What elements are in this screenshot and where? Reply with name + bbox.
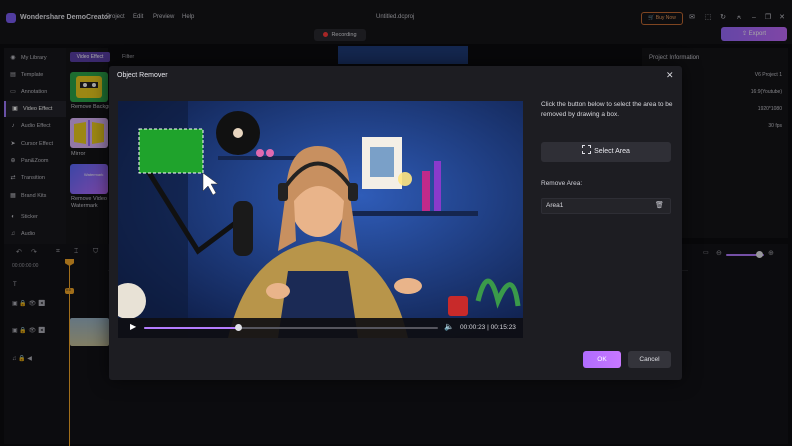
- select-area-label: Select Area: [594, 148, 630, 155]
- volume-icon[interactable]: 🔈: [444, 322, 454, 331]
- ok-button[interactable]: OK: [583, 351, 621, 368]
- progress-track[interactable]: [144, 327, 438, 329]
- area-name: Area1: [546, 202, 564, 209]
- dialog-title: Object Remover: [117, 72, 168, 79]
- trash-icon[interactable]: 🗑: [655, 201, 664, 209]
- cancel-button[interactable]: Cancel: [628, 351, 671, 368]
- close-icon[interactable]: ✕: [666, 70, 674, 81]
- video-preview[interactable]: [118, 101, 523, 338]
- remove-area-label: Remove Area:: [541, 180, 583, 187]
- progress-fill: [144, 327, 239, 329]
- total-time: 00:15:23: [490, 324, 516, 331]
- progress-knob[interactable]: [235, 324, 243, 331]
- instruction-text: Click the button below to select the are…: [541, 101, 673, 118]
- play-icon[interactable]: ▶: [130, 322, 136, 331]
- playback-controls: ▶ 🔈 00:00:23 | 00:15:23: [118, 318, 523, 338]
- select-area-button[interactable]: Select Area: [541, 142, 671, 162]
- current-time: 00:00:23: [460, 324, 486, 331]
- select-area-icon: [582, 145, 592, 154]
- video-frame: [118, 101, 523, 338]
- time-display: 00:00:23 | 00:15:23: [460, 324, 516, 331]
